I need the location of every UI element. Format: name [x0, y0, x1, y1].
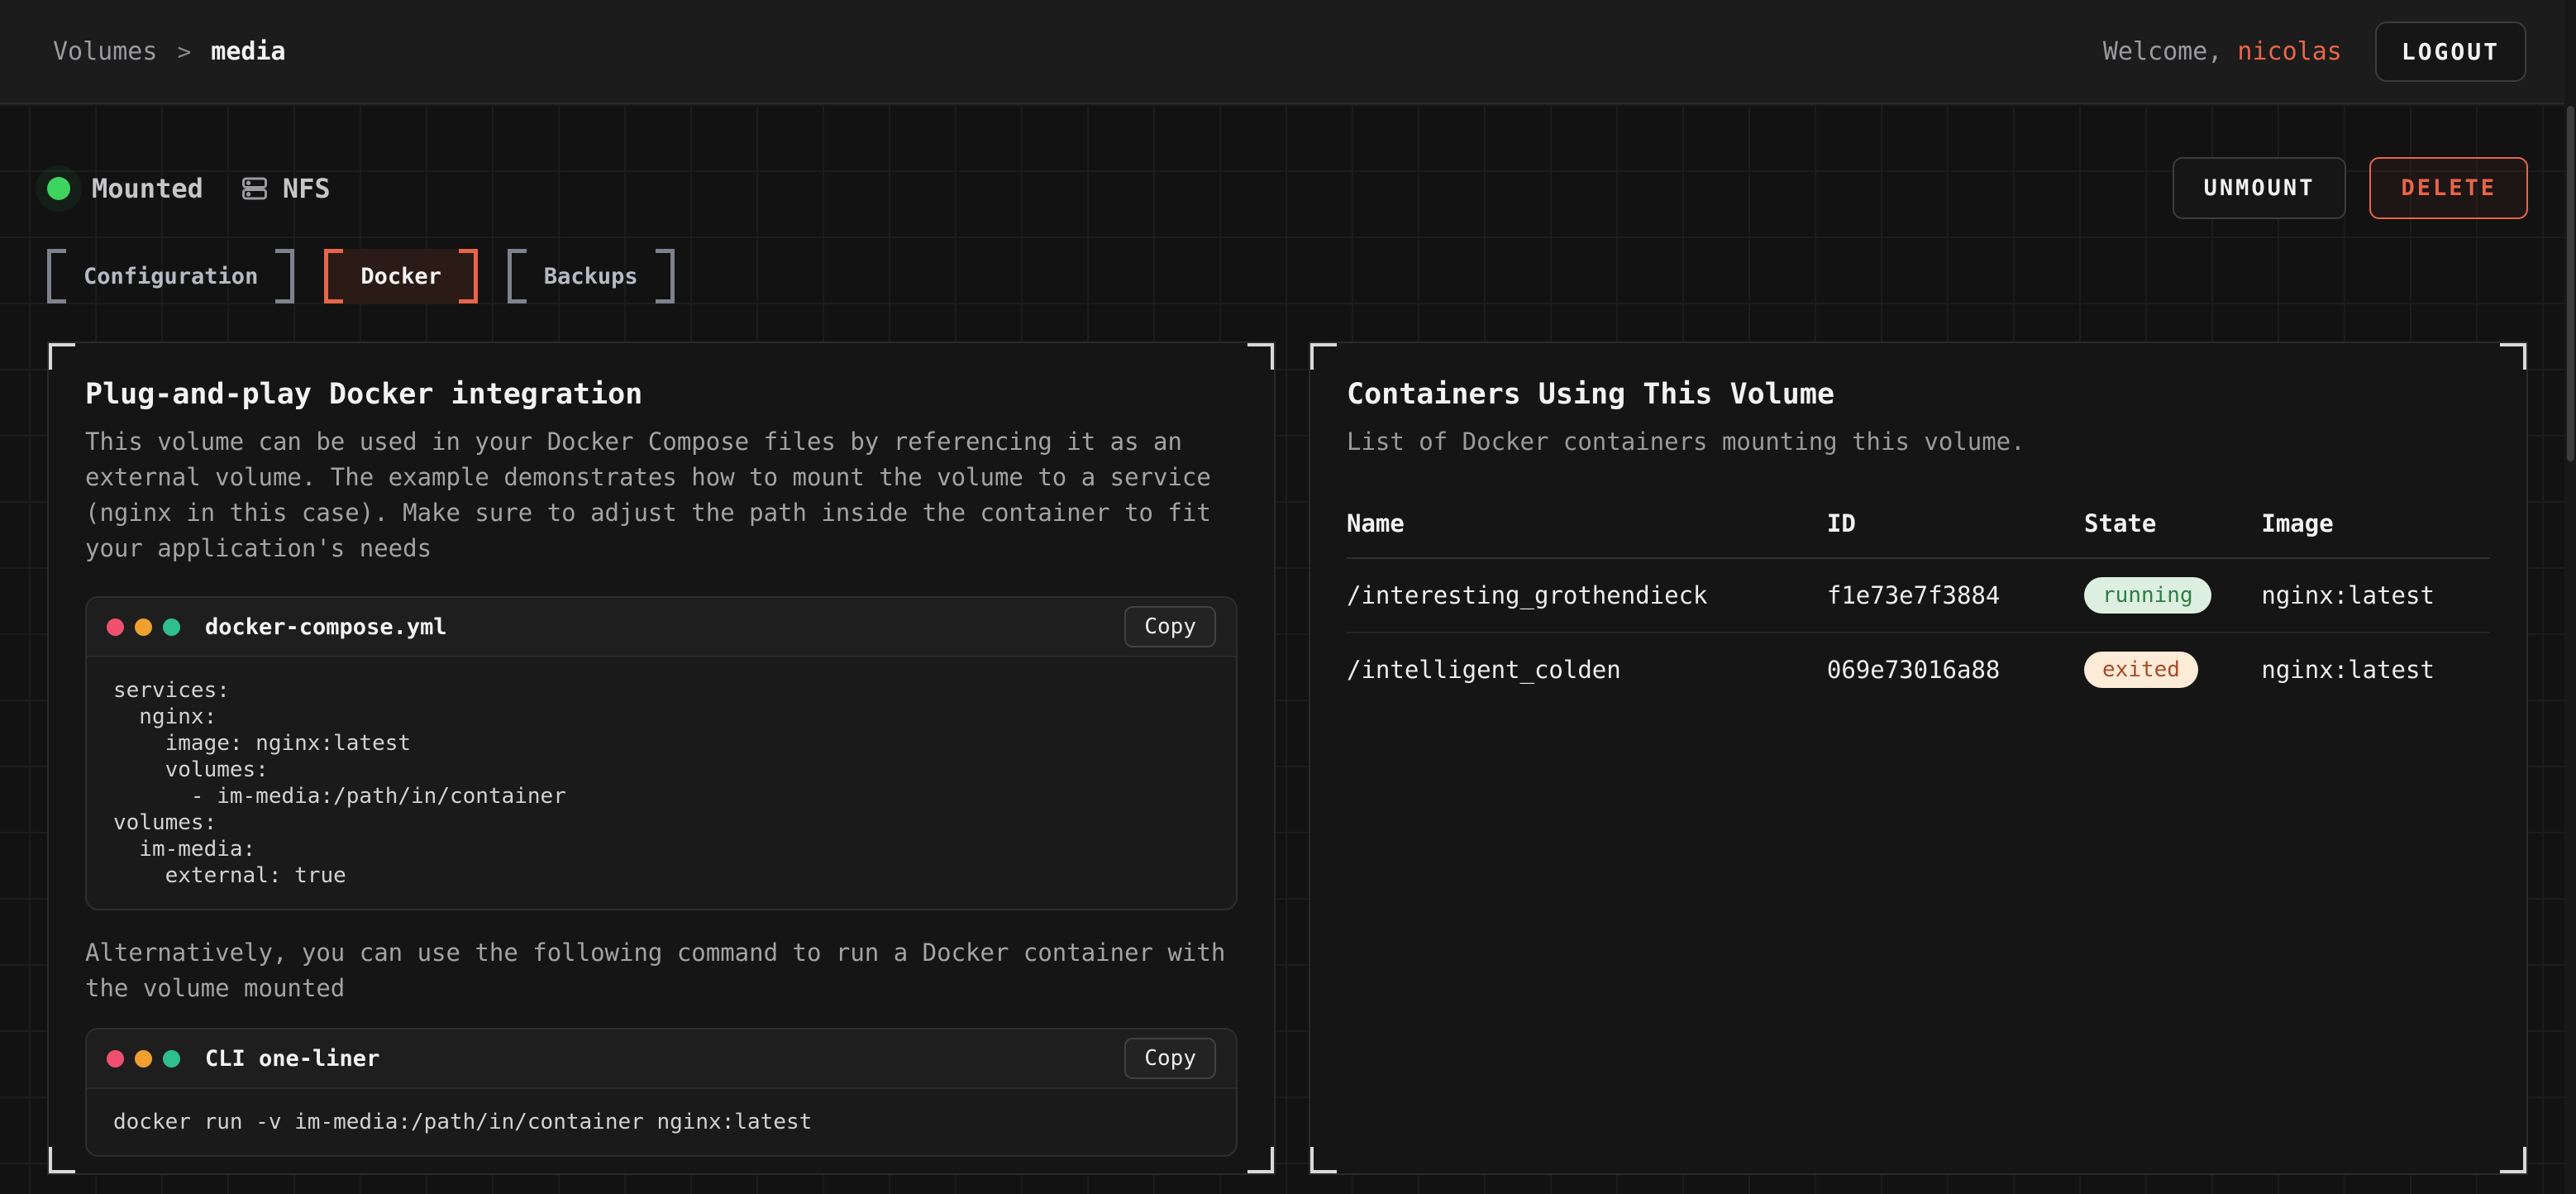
cli-code-body: docker run -v im-media:/path/in/containe…: [87, 1089, 1236, 1155]
cli-code: docker run -v im-media:/path/in/containe…: [113, 1109, 1209, 1135]
amber-dot-icon: [135, 1050, 152, 1067]
containers-table: Name ID State Image /interesting_grothen…: [1347, 509, 2490, 706]
red-dot-icon: [107, 1050, 124, 1067]
traffic-light-dots: [107, 618, 180, 636]
column-header-name: Name: [1347, 509, 1827, 558]
container-name: /interesting_grothendieck: [1347, 558, 1827, 633]
cli-code-card: CLI one-liner Copy docker run -v im-medi…: [85, 1028, 1238, 1157]
amber-dot-icon: [135, 618, 152, 636]
cli-copy-button[interactable]: Copy: [1124, 1038, 1216, 1079]
breadcrumb-separator-icon: >: [177, 38, 191, 65]
docker-panel-description: This volume can be used in your Docker C…: [85, 424, 1238, 566]
top-bar: Volumes > media Welcome, nicolas LOGOUT: [0, 0, 2576, 104]
container-id: f1e73e7f3884: [1827, 558, 2084, 633]
container-image: nginx:latest: [2261, 558, 2490, 633]
breadcrumb-current-volume: media: [211, 37, 285, 66]
volume-status: Mounted NFS: [47, 173, 331, 204]
main-content: Mounted NFS UNMOUNT DELETE Configuration…: [0, 104, 2576, 1175]
compose-code-card: docker-compose.yml Copy services: nginx:…: [85, 596, 1238, 910]
mounted-status-dot-icon: [47, 177, 70, 200]
containers-panel-subtitle: List of Docker containers mounting this …: [1347, 424, 2490, 460]
compose-code-body: services: nginx: image: nginx:latest vol…: [87, 657, 1236, 909]
docker-panel-title: Plug-and-play Docker integration: [85, 378, 1238, 411]
volume-actions: UNMOUNT DELETE: [2173, 157, 2528, 219]
column-header-image: Image: [2261, 509, 2490, 558]
volume-driver: NFS: [240, 173, 331, 204]
panel-corner-bracket: [1247, 1147, 1276, 1175]
panel-corner-bracket: [47, 341, 75, 370]
docker-integration-panel: Plug-and-play Docker integration This vo…: [47, 341, 1276, 1175]
panel-corner-bracket: [2500, 1147, 2528, 1175]
column-header-id: ID: [1827, 509, 2084, 558]
tab-bar: Configuration Docker Backups: [47, 249, 2528, 303]
tab-docker[interactable]: Docker: [324, 249, 478, 303]
green-dot-icon: [163, 1050, 180, 1067]
compose-code: services: nginx: image: nginx:latest vol…: [113, 677, 1209, 889]
container-row: /intelligent_colden 069e73016a88 exited …: [1347, 633, 2490, 706]
container-state-badge: exited: [2084, 652, 2198, 688]
delete-button[interactable]: DELETE: [2369, 157, 2528, 219]
scrollbar-thumb[interactable]: [2567, 106, 2574, 461]
welcome-text: Welcome, nicolas: [2103, 37, 2342, 66]
compose-copy-button[interactable]: Copy: [1124, 606, 1216, 647]
containers-table-header-row: Name ID State Image: [1347, 509, 2490, 558]
scrollbar[interactable]: [2564, 0, 2576, 1194]
container-name: /intelligent_colden: [1347, 633, 1827, 706]
panel-corner-bracket: [1247, 341, 1276, 370]
breadcrumb-volumes-link[interactable]: Volumes: [53, 37, 157, 66]
driver-label: NFS: [283, 173, 331, 204]
welcome-prefix: Welcome,: [2103, 37, 2238, 66]
logout-button[interactable]: LOGOUT: [2375, 21, 2526, 82]
panel-corner-bracket: [1309, 1147, 1337, 1175]
top-bar-right: Welcome, nicolas LOGOUT: [2103, 21, 2526, 82]
panel-corner-bracket: [47, 1147, 75, 1175]
cli-code-header: CLI one-liner Copy: [87, 1029, 1236, 1089]
container-id: 069e73016a88: [1827, 633, 2084, 706]
red-dot-icon: [107, 618, 124, 636]
breadcrumb: Volumes > media: [53, 37, 286, 66]
compose-filename: docker-compose.yml: [205, 614, 1111, 640]
volume-status-row: Mounted NFS UNMOUNT DELETE: [47, 157, 2528, 219]
unmount-button[interactable]: UNMOUNT: [2173, 157, 2347, 219]
containers-panel-title: Containers Using This Volume: [1347, 378, 2490, 411]
cli-intro-text: Alternatively, you can use the following…: [85, 935, 1238, 1006]
username: nicolas: [2237, 37, 2341, 66]
panel-corner-bracket: [2500, 341, 2528, 370]
panel-corner-bracket: [1309, 341, 1337, 370]
panels: Plug-and-play Docker integration This vo…: [47, 341, 2528, 1175]
server-icon: [240, 174, 270, 203]
compose-code-header: docker-compose.yml Copy: [87, 598, 1236, 657]
tab-configuration[interactable]: Configuration: [47, 249, 294, 303]
tab-backups[interactable]: Backups: [508, 249, 675, 303]
container-row: /interesting_grothendieck f1e73e7f3884 r…: [1347, 558, 2490, 633]
container-state-badge: running: [2084, 577, 2211, 614]
container-image: nginx:latest: [2261, 633, 2490, 706]
column-header-state: State: [2084, 509, 2261, 558]
mounted-status-label: Mounted: [92, 173, 203, 204]
containers-panel: Containers Using This Volume List of Doc…: [1309, 341, 2528, 1175]
traffic-light-dots: [107, 1050, 180, 1067]
green-dot-icon: [163, 618, 180, 636]
cli-title: CLI one-liner: [205, 1046, 1111, 1072]
